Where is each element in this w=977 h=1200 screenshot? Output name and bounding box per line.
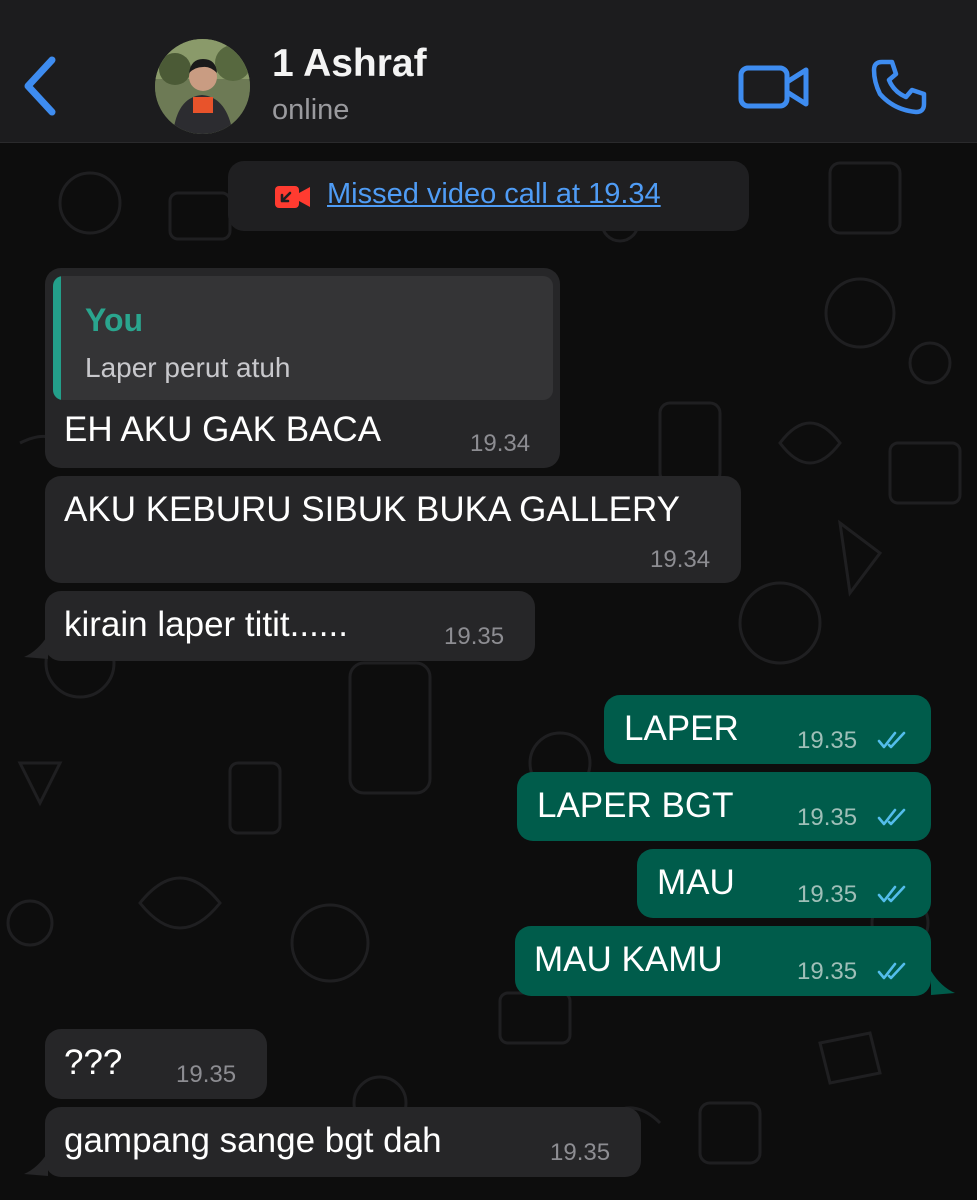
- video-call-button[interactable]: [738, 62, 810, 112]
- phone-icon: [871, 59, 927, 115]
- missed-call-link[interactable]: Missed video call at 19.34: [327, 178, 661, 211]
- chat-header: 1 Ashraf online: [0, 0, 977, 143]
- message-time: 19.35: [797, 958, 858, 985]
- message-text: EH AKU GAK BACA: [64, 410, 382, 449]
- missed-video-call-icon: [275, 186, 310, 208]
- message-bubble-outgoing[interactable]: LAPER 19.35: [604, 695, 931, 764]
- message-text: AKU KEBURU SIBUK BUKA GALLERY: [64, 490, 680, 529]
- message-time: 19.35: [550, 1139, 611, 1166]
- quote-accent-bar: [53, 276, 61, 400]
- avatar-photo: [155, 39, 250, 134]
- message-time: 19.35: [444, 623, 505, 650]
- message-bubble-outgoing[interactable]: MAU KAMU 19.35: [515, 926, 931, 996]
- message-bubble-outgoing[interactable]: MAU 19.35: [637, 849, 931, 918]
- avatar[interactable]: [155, 39, 250, 134]
- quote-text: Laper perut atuh: [85, 352, 291, 383]
- message-bubble-incoming[interactable]: gampang sange bgt dah 19.35: [45, 1107, 641, 1177]
- chat-area[interactable]: Missed video call at 19.34 You Laper per…: [0, 143, 977, 1200]
- message-text: gampang sange bgt dah: [64, 1121, 442, 1160]
- read-receipt-icon: [877, 962, 906, 980]
- message-text: kirain laper titit......: [64, 605, 348, 644]
- message-time: 19.35: [797, 804, 858, 831]
- message-text: LAPER BGT: [537, 786, 734, 825]
- video-camera-icon: [738, 65, 809, 109]
- message-text: ???: [64, 1043, 123, 1082]
- quoted-reply[interactable]: You Laper perut atuh: [53, 276, 553, 400]
- missed-call-notice: Missed video call at 19.34: [228, 161, 749, 231]
- message-bubble-incoming[interactable]: You Laper perut atuh EH AKU GAK BACA 19.…: [45, 268, 560, 468]
- read-receipt-icon: [877, 808, 906, 826]
- message-time: 19.35: [797, 727, 858, 754]
- message-time: 19.35: [797, 881, 858, 908]
- voice-call-button[interactable]: [870, 58, 928, 116]
- read-receipt-icon: [877, 731, 906, 749]
- chevron-left-icon: [24, 56, 56, 116]
- contact-name[interactable]: 1 Ashraf: [272, 42, 427, 86]
- message-time: 19.35: [176, 1061, 237, 1088]
- message-bubble-outgoing[interactable]: LAPER BGT 19.35: [517, 772, 931, 841]
- bubble-tail: [931, 971, 955, 995]
- message-text: LAPER: [624, 709, 739, 748]
- message-time: 19.34: [650, 546, 711, 573]
- quote-author: You: [85, 302, 144, 338]
- message-bubble-incoming[interactable]: AKU KEBURU SIBUK BUKA GALLERY 19.34: [45, 476, 741, 583]
- message-text: MAU: [657, 863, 735, 902]
- read-receipt-icon: [877, 885, 906, 903]
- message-bubble-incoming[interactable]: ??? 19.35: [45, 1029, 267, 1099]
- message-text: MAU KAMU: [534, 940, 723, 979]
- message-bubble-incoming[interactable]: kirain laper titit...... 19.35: [45, 591, 535, 661]
- message-time: 19.34: [470, 430, 531, 457]
- contact-status: online: [272, 94, 350, 126]
- back-button[interactable]: [18, 54, 62, 118]
